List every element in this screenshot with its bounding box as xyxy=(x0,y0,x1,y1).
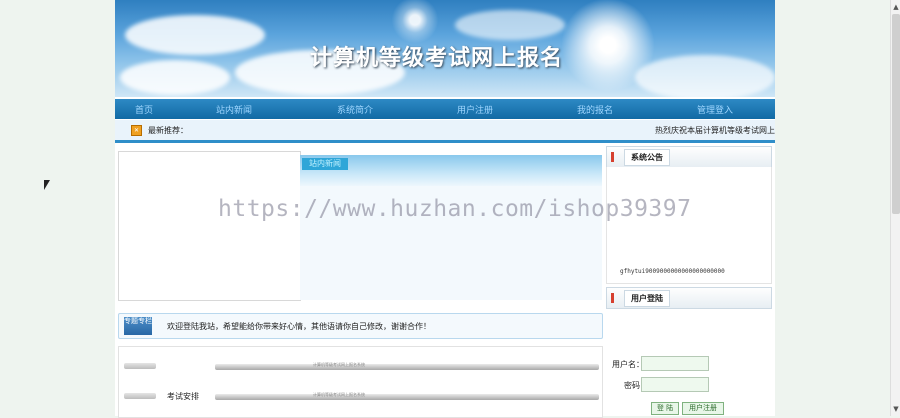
list-item: 计算机等级考试网上报名系统 xyxy=(119,359,602,375)
main-nav: 首页 站内新闻 系统简介 用户注册 我的报名 管理登入 xyxy=(115,99,775,119)
news-tab-bar: 站内新闻 xyxy=(300,155,602,186)
welcome-text: 欢迎登陆我站，希望能给你带来好心情，其他语请你自己修改，谢谢合作！ xyxy=(167,322,431,331)
login-header: 用户登陆 xyxy=(606,287,772,309)
page-scrollbar[interactable]: ▲ ▼ xyxy=(890,0,900,416)
image-slideshow-box xyxy=(118,151,301,301)
red-marker-icon xyxy=(611,293,614,303)
notice-text[interactable]: gfhytui9009000000000000000000 xyxy=(620,268,725,275)
register-button[interactable]: 用户注册 xyxy=(682,402,724,415)
login-button[interactable]: 登 陆 xyxy=(651,402,679,415)
list-item-bar[interactable]: 计算机等级考试网上报名系统 xyxy=(215,392,599,400)
scroll-thumb[interactable] xyxy=(892,14,900,214)
notice-header: 系统公告 xyxy=(606,146,772,168)
special-column-icon: 专题专栏 xyxy=(124,317,152,335)
nav-item-admin-login[interactable]: 管理登入 xyxy=(655,103,775,116)
cloud-decoration xyxy=(125,15,265,55)
news-panel: 站内新闻 xyxy=(300,155,602,300)
scroll-down-arrow-icon[interactable]: ▼ xyxy=(891,404,900,414)
list-pill-icon xyxy=(124,363,156,369)
dandelion-icon xyxy=(553,0,663,97)
scroll-up-arrow-icon[interactable]: ▲ xyxy=(891,2,900,12)
list-item-bar-text: 计算机等级考试网上报名系统 xyxy=(313,392,365,397)
list-item: 考试安排 计算机等级考试网上报名系统 xyxy=(119,389,602,405)
notice-body: gfhytui9009000000000000000000 xyxy=(606,167,772,284)
site-title: 计算机等级考试网上报名 xyxy=(310,45,564,71)
nav-item-register[interactable]: 用户注册 xyxy=(415,103,535,116)
ticker-label: 最新推荐： xyxy=(148,126,188,135)
cloud-decoration xyxy=(455,10,565,40)
header-banner: 计算机等级考试网上报名 xyxy=(115,0,775,97)
login-form: 用户名： 密码： 登 陆 用户注册 xyxy=(612,352,772,416)
list-item-bar[interactable]: 计算机等级考试网上报名系统 xyxy=(215,362,599,370)
notice-title: 系统公告 xyxy=(624,149,670,166)
username-input[interactable] xyxy=(641,356,709,371)
tab-site-news[interactable]: 站内新闻 xyxy=(302,158,348,170)
list-item-bar-text: 计算机等级考试网上报名系统 xyxy=(313,362,365,367)
mouse-cursor-icon xyxy=(44,180,50,190)
password-input[interactable] xyxy=(641,377,709,392)
site-container: 计算机等级考试网上报名 首页 站内新闻 系统简介 用户注册 我的报名 管理登入 … xyxy=(115,0,775,418)
username-label: 用户名： xyxy=(612,360,644,369)
red-marker-icon xyxy=(611,152,614,162)
cloud-decoration xyxy=(120,60,230,95)
recommend-ticker: ✕ 最新推荐： 热烈庆祝本届计算机等级考试网上报名系统上线 xyxy=(115,120,775,143)
list-item-label[interactable]: 考试安排 xyxy=(167,391,199,402)
nav-item-my-registration[interactable]: 我的报名 xyxy=(535,103,655,116)
nav-item-home[interactable]: 首页 xyxy=(115,103,173,116)
nav-item-intro[interactable]: 系统简介 xyxy=(295,103,415,116)
ticker-icon: ✕ xyxy=(131,125,142,136)
username-row: 用户名： xyxy=(612,356,772,372)
welcome-bar: 专题专栏 欢迎登陆我站，希望能给你带来好心情，其他语请你自己修改，谢谢合作！ xyxy=(118,313,603,339)
password-row: 密码： xyxy=(612,377,772,393)
nav-item-news[interactable]: 站内新闻 xyxy=(173,103,295,116)
list-pill-icon xyxy=(124,393,156,399)
login-title: 用户登陆 xyxy=(624,290,670,307)
ticker-marquee[interactable]: 热烈庆祝本届计算机等级考试网上报名系统上线 xyxy=(655,125,775,136)
exam-list-box: 计算机等级考试网上报名系统 考试安排 计算机等级考试网上报名系统 xyxy=(118,346,603,418)
